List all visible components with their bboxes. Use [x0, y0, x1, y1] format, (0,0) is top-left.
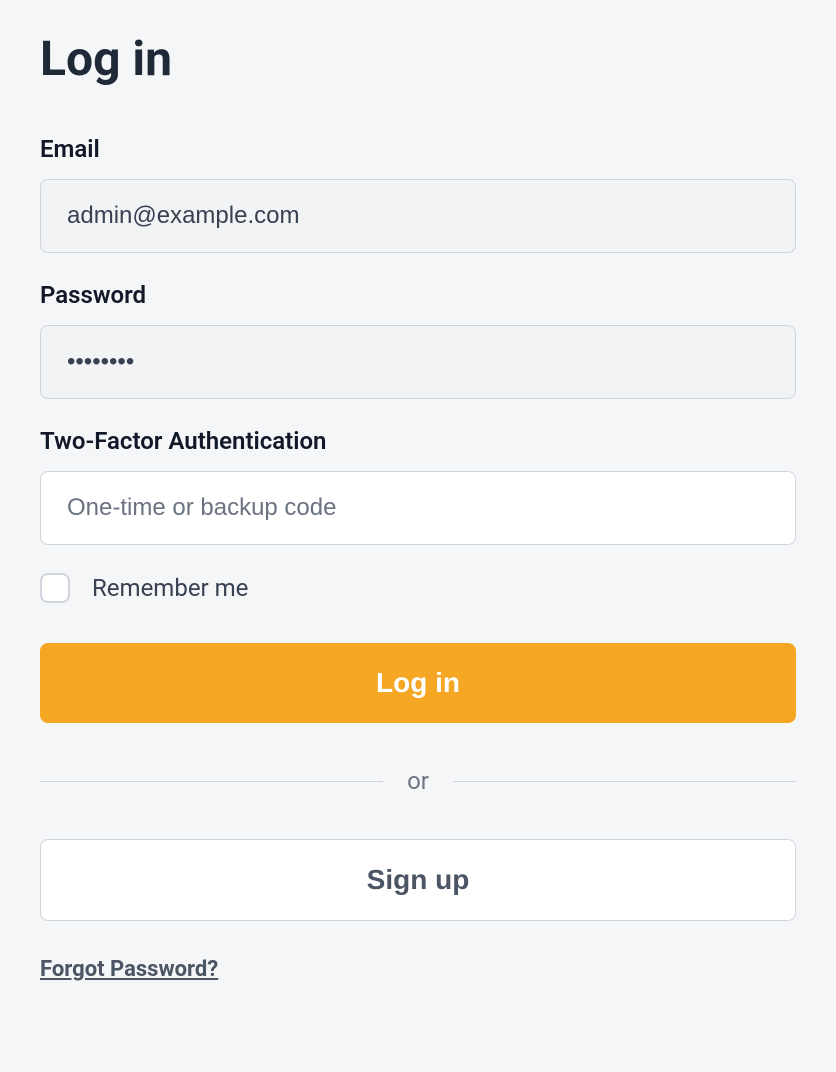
divider-line-left — [40, 781, 383, 782]
divider: or — [40, 767, 796, 795]
password-label: Password — [40, 281, 796, 309]
signup-button[interactable]: Sign up — [40, 839, 796, 921]
divider-text: or — [407, 767, 429, 795]
twofa-group: Two-Factor Authentication — [40, 427, 796, 545]
twofa-label: Two-Factor Authentication — [40, 427, 796, 455]
password-field[interactable] — [40, 325, 796, 399]
email-field[interactable] — [40, 179, 796, 253]
divider-line-right — [453, 781, 796, 782]
login-button[interactable]: Log in — [40, 643, 796, 723]
page-title: Log in — [40, 30, 796, 87]
email-group: Email — [40, 135, 796, 253]
forgot-password-link[interactable]: Forgot Password? — [40, 957, 218, 982]
remember-group: Remember me — [40, 573, 796, 603]
password-group: Password — [40, 281, 796, 399]
email-label: Email — [40, 135, 796, 163]
remember-checkbox[interactable] — [40, 573, 70, 603]
remember-label[interactable]: Remember me — [92, 574, 248, 602]
twofa-field[interactable] — [40, 471, 796, 545]
